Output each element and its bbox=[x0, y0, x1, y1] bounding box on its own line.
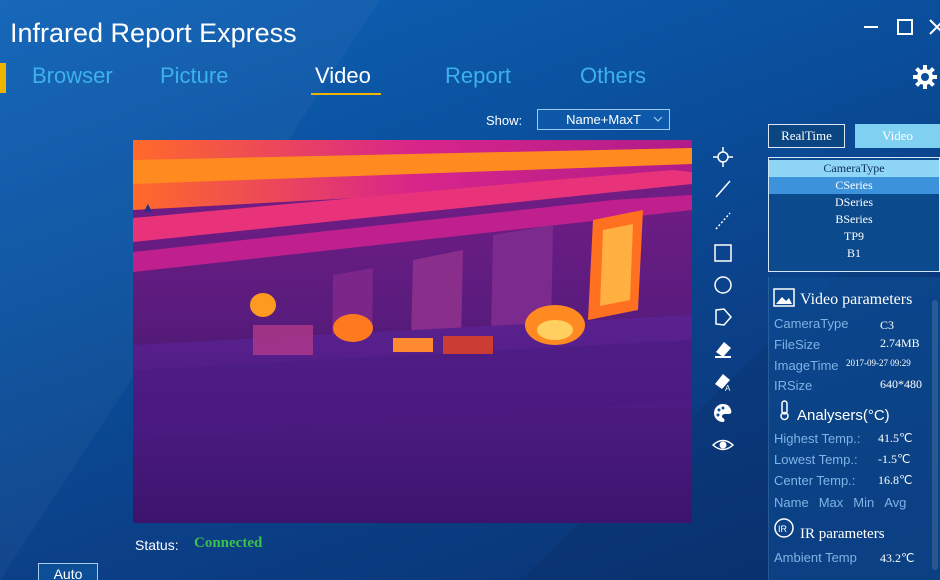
svg-text:A: A bbox=[725, 384, 731, 392]
tool-palette[interactable] bbox=[706, 398, 740, 428]
show-label: Show: bbox=[486, 113, 523, 128]
tool-line[interactable] bbox=[706, 174, 740, 204]
tab-report[interactable]: Report bbox=[445, 63, 511, 89]
tool-visibility[interactable] bbox=[706, 430, 740, 460]
camera-type-value: C3 bbox=[880, 318, 895, 332]
rectangle-icon bbox=[714, 244, 732, 262]
tool-rectangle[interactable] bbox=[706, 238, 740, 268]
polygon-icon bbox=[715, 308, 732, 326]
highest-temp-value: 41.5℃ bbox=[878, 431, 913, 445]
status-value: Connected bbox=[194, 535, 263, 551]
camera-type-list: CameraType CSeries DSeries BSeries TP9 B… bbox=[768, 157, 940, 272]
tab-browser[interactable]: Browser bbox=[32, 63, 113, 89]
close-icon bbox=[929, 19, 940, 35]
ir-size-value: 640*480 bbox=[880, 377, 922, 391]
svg-text:▲: ▲ bbox=[141, 199, 155, 215]
file-size-value: 2.74MB bbox=[880, 336, 920, 350]
analyser-columns: Name Max Min Avg bbox=[774, 495, 906, 510]
center-temp-label: Center Temp.: bbox=[774, 473, 856, 488]
camera-list-item[interactable]: BSeries bbox=[769, 211, 939, 228]
eye-icon bbox=[712, 439, 734, 451]
close-button[interactable] bbox=[928, 16, 940, 38]
gear-icon[interactable] bbox=[912, 64, 938, 90]
maximize-button[interactable] bbox=[894, 16, 916, 38]
panel-scrollbar[interactable] bbox=[932, 300, 938, 570]
crosshair-icon bbox=[713, 147, 733, 167]
lowest-temp-label: Lowest Temp.: bbox=[774, 452, 858, 467]
dashed-line-icon bbox=[715, 212, 731, 230]
palette-icon bbox=[714, 404, 732, 422]
thermal-video-view[interactable]: ▲ bbox=[133, 140, 692, 523]
show-select[interactable]: Name+MaxT bbox=[537, 109, 670, 130]
image-time-value: 2017-09-27 09:29 bbox=[846, 358, 911, 368]
analysers-title: Analysers(°C) bbox=[797, 407, 890, 424]
ambient-temp-label: Ambient Temp bbox=[774, 550, 857, 565]
image-icon bbox=[773, 288, 795, 307]
tool-polygon[interactable] bbox=[706, 302, 740, 332]
ir-size-label: IRSize bbox=[774, 378, 813, 393]
highest-temp-label: Highest Temp.: bbox=[774, 431, 861, 446]
tool-dashed-line[interactable] bbox=[706, 206, 740, 236]
center-temp-value: 16.8℃ bbox=[878, 473, 913, 487]
window-controls bbox=[860, 16, 940, 38]
ir-icon: IR bbox=[774, 518, 794, 538]
tool-circle[interactable] bbox=[706, 270, 740, 300]
ir-parameters-title: IR parameters bbox=[800, 526, 885, 542]
column-min: Min bbox=[853, 495, 875, 510]
chevron-down-icon bbox=[653, 116, 663, 122]
column-avg: Avg bbox=[884, 495, 907, 510]
svg-text:IR: IR bbox=[778, 524, 788, 534]
image-time-label: ImageTime bbox=[774, 358, 839, 373]
tab-picture[interactable]: Picture bbox=[160, 63, 228, 89]
eraser-icon bbox=[715, 342, 731, 358]
auto-button[interactable]: Auto bbox=[38, 563, 98, 580]
camera-list-item[interactable]: B1 bbox=[769, 245, 939, 262]
circle-icon bbox=[714, 276, 732, 294]
column-max: Max bbox=[818, 495, 844, 510]
camera-list-item[interactable]: DSeries bbox=[769, 194, 939, 211]
camera-type-label: CameraType bbox=[774, 316, 849, 331]
tab-others[interactable]: Others bbox=[580, 63, 646, 89]
status-label: Status: bbox=[135, 537, 179, 553]
eraser-all-icon: A bbox=[715, 374, 731, 392]
app-title: Infrared Report Express bbox=[10, 18, 297, 48]
line-icon bbox=[715, 180, 731, 198]
thermometer-icon bbox=[780, 400, 789, 421]
tool-crosshair[interactable] bbox=[706, 142, 740, 172]
lowest-temp-value: -1.5℃ bbox=[878, 452, 911, 466]
minimize-button[interactable] bbox=[860, 16, 882, 38]
realtime-button[interactable]: RealTime bbox=[768, 124, 845, 148]
ambient-temp-value: 43.2℃ bbox=[880, 551, 915, 565]
minimize-icon bbox=[864, 26, 878, 28]
video-parameters-title: Video parameters bbox=[800, 291, 913, 308]
show-select-value: Name+MaxT bbox=[566, 112, 641, 127]
thermal-image: ▲ bbox=[133, 140, 692, 523]
tab-video[interactable]: Video bbox=[311, 63, 381, 95]
camera-list-header: CameraType bbox=[769, 160, 939, 177]
active-marker bbox=[0, 63, 6, 93]
video-mode-button[interactable]: Video bbox=[855, 124, 940, 148]
maximize-icon bbox=[897, 19, 913, 35]
tool-eraser[interactable] bbox=[706, 334, 740, 364]
file-size-label: FileSize bbox=[774, 337, 821, 352]
camera-list-item[interactable]: TP9 bbox=[769, 228, 939, 245]
camera-list-item[interactable]: CSeries bbox=[769, 177, 939, 194]
column-name: Name bbox=[774, 495, 809, 510]
tool-eraser-all[interactable]: A bbox=[706, 366, 740, 396]
